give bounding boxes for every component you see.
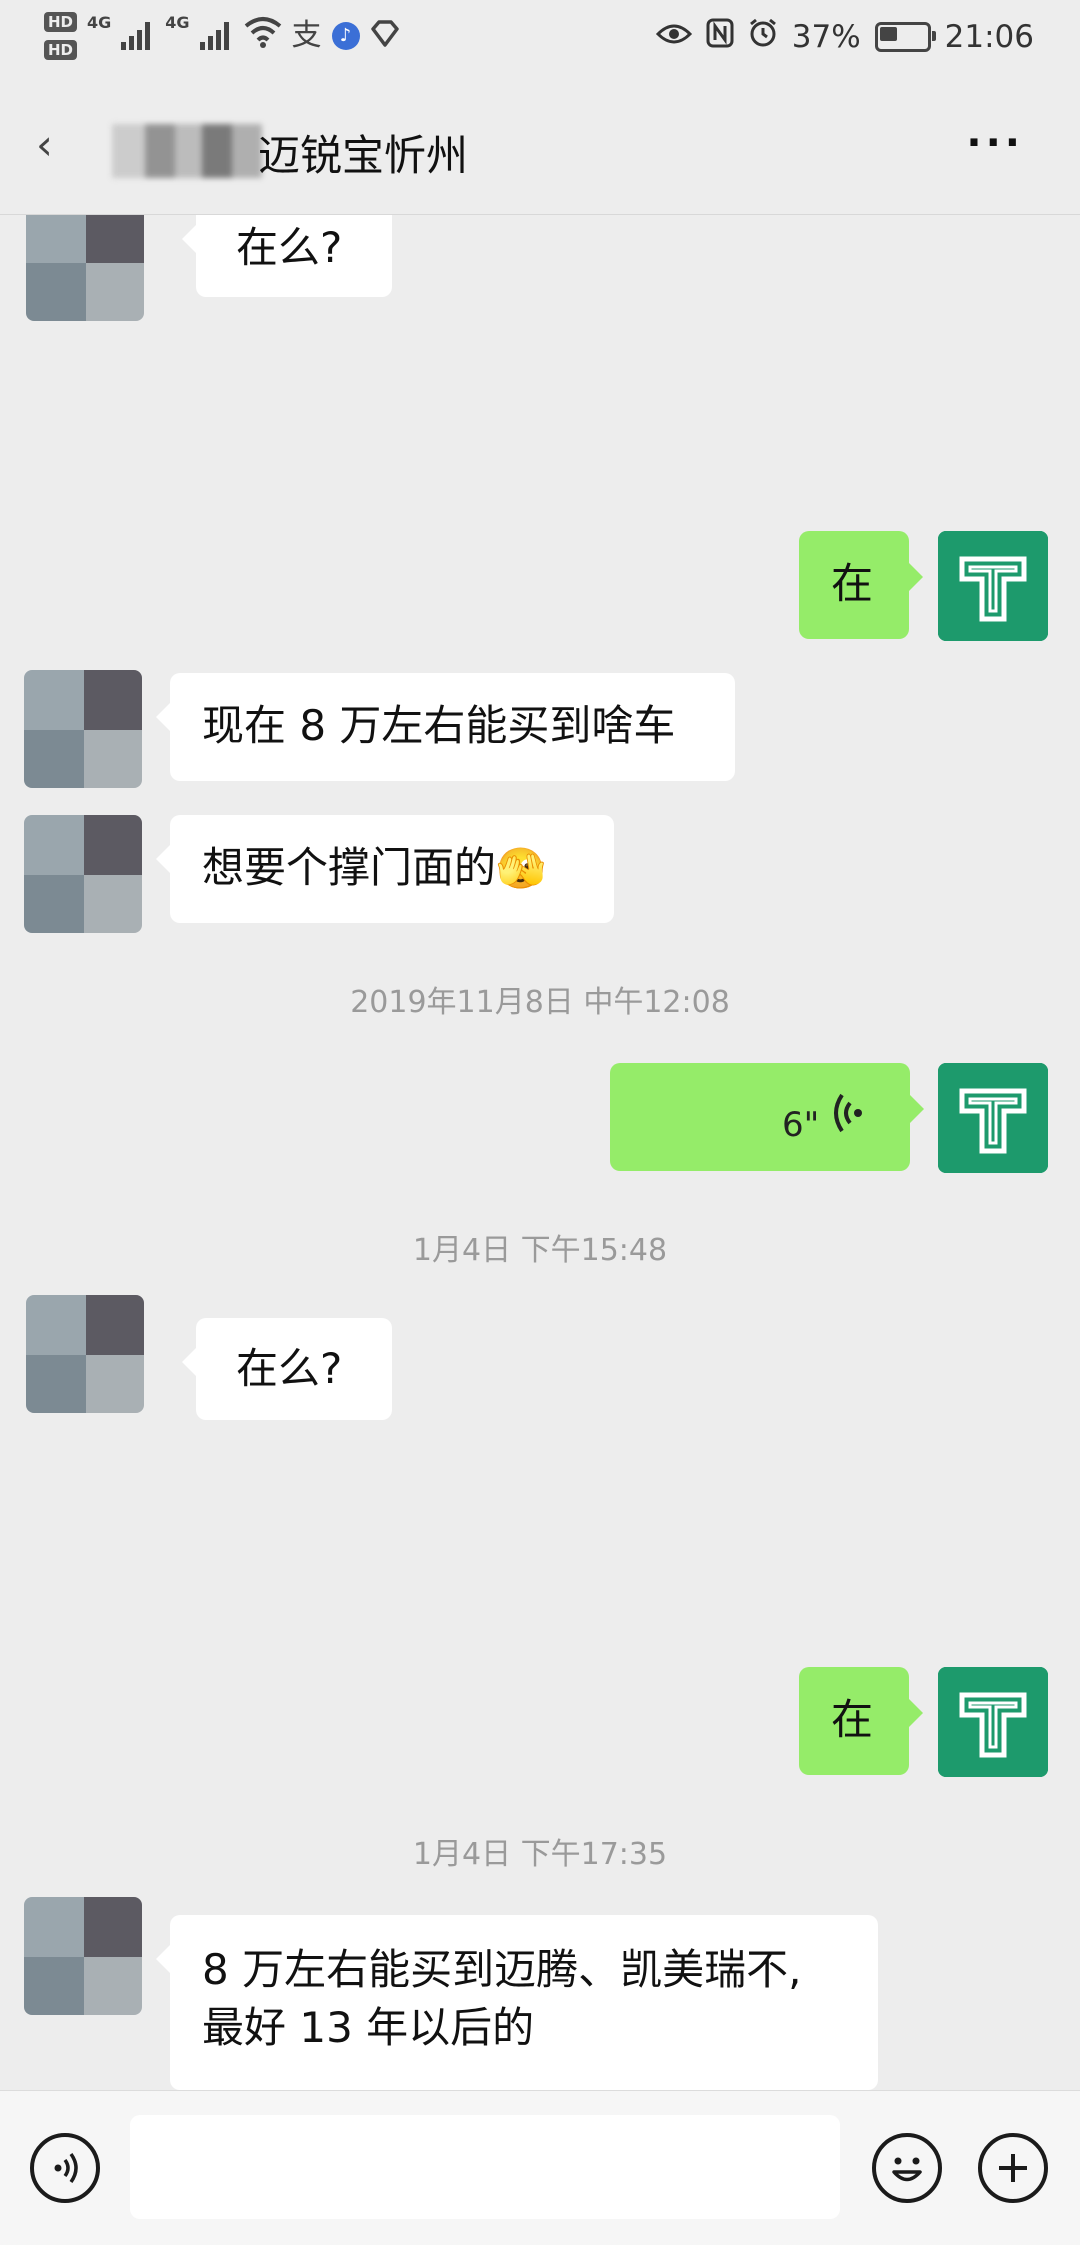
my-avatar[interactable] — [938, 1063, 1048, 1173]
plus-icon[interactable] — [978, 2133, 1048, 2203]
signal-2-icon — [199, 22, 234, 50]
nfc-icon — [706, 18, 734, 56]
my-avatar[interactable] — [938, 531, 1048, 641]
message-bubble-incoming[interactable]: 想要个撑门面的🫣 — [156, 815, 614, 923]
contact-avatar[interactable] — [24, 1897, 142, 2015]
status-left: HD HD 4G 4G 支 ♪ — [44, 12, 400, 60]
chat-title: 迈锐宝忻州 — [258, 131, 469, 180]
network-type-2: 4G — [165, 12, 190, 32]
music-app-icon: ♪ — [331, 22, 360, 50]
network-type-1: 4G — [87, 12, 112, 32]
message-bubble-incoming[interactable]: 8 万左右能买到迈腾、凯美瑞不, 最好 13 年以后的 — [156, 1915, 878, 2090]
message-bubble-outgoing[interactable]: 在 — [799, 531, 923, 639]
diamond-icon — [370, 20, 400, 52]
message-text-line-1: 8 万左右能买到迈腾、凯美瑞不, — [202, 1945, 802, 1994]
contact-avatar[interactable] — [26, 215, 144, 321]
message-text: 在 — [831, 559, 874, 608]
contact-avatar[interactable] — [24, 670, 142, 788]
shy-emoji-icon: 🫣 — [496, 846, 546, 892]
message-text: 想要个撑门面的🫣 — [202, 843, 546, 892]
contact-avatar[interactable] — [26, 1295, 144, 1413]
message-input[interactable] — [130, 2115, 840, 2219]
message-bubble-outgoing[interactable]: 在 — [799, 1667, 923, 1775]
status-right: 37% 21:06 — [655, 18, 1034, 56]
voice-duration: 6" — [782, 1105, 820, 1145]
back-icon[interactable]: ‹ — [36, 120, 53, 169]
message-text: 在 — [831, 1695, 874, 1744]
clock-time: 21:06 — [944, 19, 1034, 55]
timestamp: 2019年11月8日 中午12:08 — [350, 985, 730, 1020]
voice-input-toggle-icon[interactable] — [30, 2133, 100, 2203]
contact-name-blurred — [112, 124, 262, 178]
message-text: 现在 8 万左右能买到啥车 — [202, 701, 676, 750]
status-bar: HD HD 4G 4G 支 ♪ 37% 21:06 — [0, 0, 1080, 80]
alarm-icon — [748, 18, 778, 56]
emoji-icon[interactable] — [872, 2133, 942, 2203]
voice-message-bubble[interactable]: 6" — [610, 1063, 924, 1171]
my-avatar[interactable] — [938, 1667, 1048, 1777]
message-bubble-incoming[interactable]: 在么? — [182, 215, 392, 297]
input-bar — [0, 2090, 1080, 2245]
battery-icon — [874, 22, 936, 52]
wifi-icon — [244, 16, 282, 57]
contact-avatar[interactable] — [24, 815, 142, 933]
message-bubble-incoming[interactable]: 现在 8 万左右能买到啥车 — [156, 673, 735, 781]
more-options-icon[interactable]: ··· — [966, 120, 1024, 166]
message-list[interactable]: 在么? 在 现在 8 万左右能买到啥车 想要个撑门面的🫣 2019年11月8日 … — [0, 215, 1080, 2090]
chat-header: ‹ 迈锐宝忻州 ··· — [0, 80, 1080, 215]
hd2-badge: HD — [44, 40, 78, 60]
alipay-icon: 支 — [291, 18, 322, 53]
message-text: 在么? — [236, 223, 343, 272]
message-text: 在么? — [236, 1344, 343, 1393]
timestamp: 1月4日 下午17:35 — [412, 1837, 668, 1872]
voice-wave-icon — [830, 1091, 864, 1151]
timestamp: 1月4日 下午15:48 — [412, 1233, 668, 1268]
signal-1-icon — [121, 22, 155, 50]
battery-percent: 37% — [791, 19, 861, 55]
hd1-badge: HD — [44, 12, 78, 32]
message-bubble-incoming[interactable]: 在么? — [182, 1318, 392, 1420]
eye-comfort-icon — [655, 19, 692, 55]
message-text-line-2: 最好 13 年以后的 — [202, 2003, 535, 2052]
